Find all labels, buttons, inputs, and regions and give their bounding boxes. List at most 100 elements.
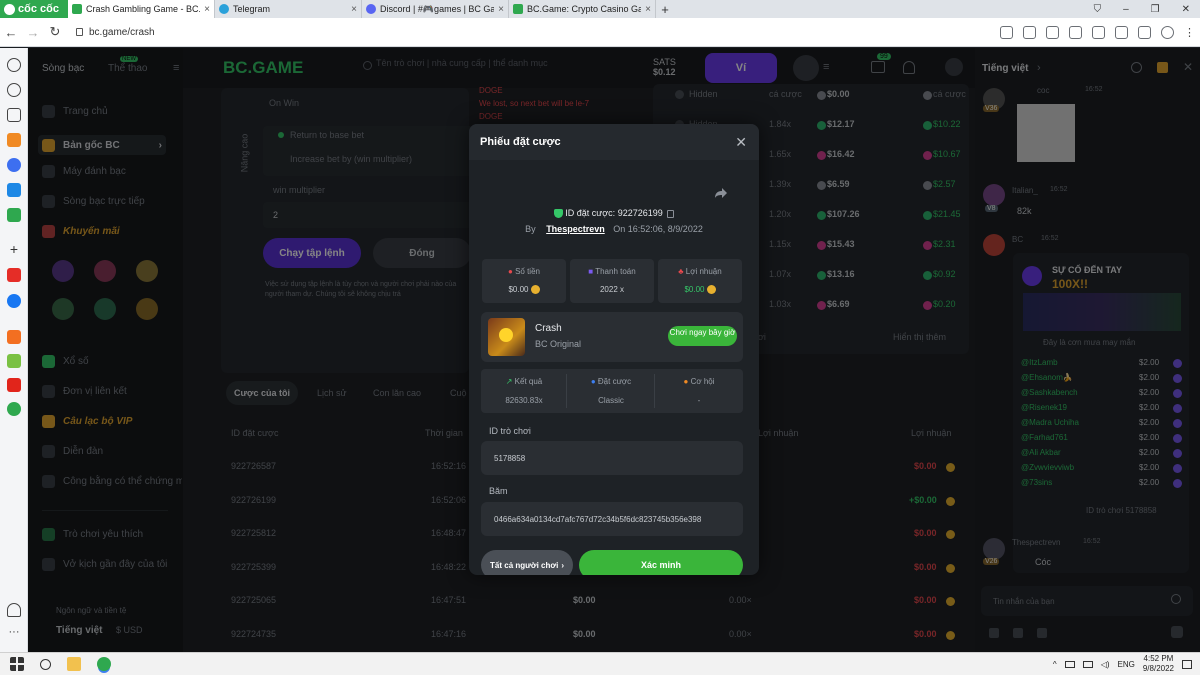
windows-start-icon[interactable]	[10, 657, 24, 671]
all-players-button[interactable]: Tất cả người chơi ›	[481, 550, 573, 575]
bet-slip-modal: Phiếu đặt cược ✕ ID đặt cược: 922726199 …	[469, 124, 759, 575]
translate-icon[interactable]	[1023, 25, 1036, 39]
add-icon[interactable]: +	[7, 242, 21, 257]
notifications-icon[interactable]	[1182, 659, 1192, 669]
stat-value: $0.00	[684, 285, 705, 294]
back-icon[interactable]: ←	[0, 25, 22, 40]
share-icon[interactable]	[714, 187, 728, 199]
bet-id-label: ID đặt cược:	[565, 208, 616, 218]
game-provider: BC Original	[535, 339, 582, 349]
close-icon[interactable]: ✕	[735, 134, 747, 151]
chevron-up-icon[interactable]: ^	[1053, 660, 1057, 669]
coin-icon	[706, 285, 716, 295]
messenger-icon[interactable]	[7, 158, 21, 172]
hash-field[interactable]: 0466a634a0134cd7afc767d72c34b5f6dc823745…	[481, 502, 743, 536]
coupon-icon[interactable]	[7, 354, 21, 368]
settings-icon[interactable]	[7, 58, 21, 72]
play-now-button[interactable]: Chơi ngay bây giờ	[668, 326, 737, 346]
network-icon[interactable]	[1082, 660, 1093, 668]
shopee-icon[interactable]	[7, 330, 21, 344]
bet-by-line: By Thespectrevn On 16:52:06, 8/9/2022	[469, 224, 759, 234]
battery-icon[interactable]	[1064, 660, 1075, 668]
coin-icon	[530, 285, 540, 295]
history-icon[interactable]	[7, 83, 21, 97]
detail-result-label: ↗ Kết quả	[481, 377, 567, 386]
close-tab-icon[interactable]: ×	[645, 4, 651, 15]
file-explorer-icon[interactable]	[67, 657, 81, 671]
stat-label: Thanh toán	[595, 267, 636, 276]
browser-tab[interactable]: BC.Game: Crypto Casino Gam ×	[509, 0, 656, 18]
bet-icon: ●	[590, 377, 596, 386]
search-icon[interactable]	[40, 658, 51, 670]
stat-payout: ■ Thanh toán 2022 x	[570, 259, 654, 303]
download-icon[interactable]	[1000, 25, 1013, 39]
chat-icon[interactable]	[7, 402, 21, 416]
close-tab-icon[interactable]: ×	[204, 4, 210, 15]
address-bar[interactable]: bc.game/crash	[76, 27, 155, 38]
on-label: On	[613, 224, 626, 234]
detail-chance-label: ● Cơ hội	[655, 377, 743, 386]
clock-time: 4:52 PM	[1143, 654, 1174, 663]
profile-icon[interactable]	[1161, 25, 1174, 39]
detail-bet-value: Classic	[598, 396, 624, 405]
clock[interactable]: 4:52 PM 9/8/2022	[1143, 654, 1174, 674]
by-label: By	[525, 224, 536, 234]
gamepad-icon[interactable]	[7, 208, 21, 222]
close-tab-icon[interactable]: ×	[351, 4, 357, 15]
coccoc-icon	[4, 3, 15, 15]
stat-value: $0.00	[508, 285, 529, 294]
more-icon[interactable]: ···	[7, 627, 21, 642]
share-icon[interactable]	[1046, 25, 1059, 39]
coccoc-icon[interactable]	[97, 657, 111, 671]
stat-profit: ♣ Lợi nhuận $0.00	[658, 259, 742, 303]
youtube-icon[interactable]	[7, 268, 21, 282]
bet-datetime: 16:52:06, 8/9/2022	[627, 224, 703, 234]
star-icon[interactable]	[1069, 25, 1082, 39]
forward-icon[interactable]: →	[22, 25, 44, 40]
browser-logo[interactable]: cốc cốc	[0, 0, 68, 18]
downloader-icon[interactable]	[1092, 25, 1105, 39]
username-link[interactable]: Thespectrevn	[546, 224, 605, 234]
browser-tab[interactable]: Discord | #🎮games | BC Ga ×	[362, 0, 509, 18]
browser-tab[interactable]: Telegram ×	[215, 0, 362, 18]
close-tab-icon[interactable]: ×	[498, 4, 504, 15]
reload-icon[interactable]: ↻	[44, 24, 66, 40]
minimize-icon[interactable]: –	[1123, 4, 1129, 15]
detail-label: Đặt cược	[597, 377, 632, 386]
browser-tab[interactable]: Crash Gambling Game - BC.G ×	[68, 0, 215, 18]
detail-result-value: 82630.83x	[505, 396, 543, 405]
bet-id-value: 922726199	[617, 208, 663, 218]
verify-button[interactable]: Xác minh	[579, 550, 743, 575]
input-language[interactable]: ENG	[1118, 660, 1135, 669]
close-window-icon[interactable]: ✕	[1182, 4, 1190, 15]
maximize-icon[interactable]: ❐	[1151, 4, 1160, 15]
notes-icon[interactable]	[7, 108, 21, 122]
bet-id-line: ID đặt cược: 922726199	[469, 208, 759, 219]
stat-label: Số tiền	[515, 267, 540, 276]
bell-icon[interactable]	[7, 603, 21, 617]
modal-title: Phiếu đặt cược	[480, 136, 561, 148]
new-tab-button[interactable]: +	[656, 0, 674, 18]
tabs-icon[interactable]	[1138, 25, 1151, 39]
detail-bet-label: ● Đặt cược	[567, 377, 655, 386]
stat-label: Lợi nhuận	[685, 267, 722, 276]
extensions-icon[interactable]	[1115, 25, 1128, 39]
game-id-label: ID trò chơi	[489, 426, 531, 436]
clock-date: 9/8/2022	[1142, 664, 1174, 673]
zalo-icon[interactable]	[7, 183, 21, 197]
profit-icon: ♣	[678, 267, 684, 276]
volume-icon[interactable]: ◁)	[1101, 660, 1110, 669]
all-players-label: Tất cả người chơi	[490, 560, 559, 570]
bet-details	[481, 369, 743, 413]
copy-icon[interactable]	[667, 209, 675, 218]
facebook-icon[interactable]	[7, 294, 21, 308]
crown-icon[interactable]	[7, 133, 21, 147]
lazada-icon[interactable]	[7, 378, 21, 392]
amount-icon: ●	[508, 267, 513, 276]
chevron-right-icon: ›	[561, 560, 564, 570]
game-id-field[interactable]: 5178858	[481, 441, 743, 475]
hash-label: Băm	[489, 486, 508, 496]
shield-icon[interactable]: ⛉	[1094, 4, 1102, 15]
menu-icon[interactable]: ⋮	[1184, 26, 1195, 39]
modal-header: Phiếu đặt cược	[469, 124, 759, 160]
